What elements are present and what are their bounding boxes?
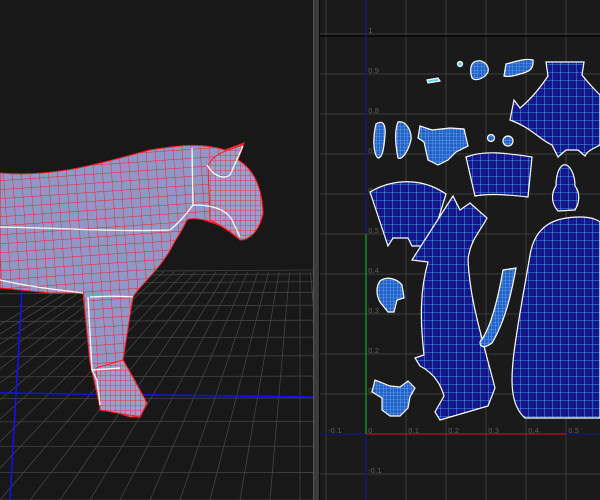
panther-head[interactable] [207,142,264,241]
v-tick-label: 0.5 [368,227,379,235]
u-tick-label: -0.1 [328,427,342,435]
floor-grid-line [0,319,313,322]
uv-island-torso[interactable] [511,216,600,419]
3d-viewport[interactable] [0,0,313,500]
v-tick-label: -0.1 [368,467,382,475]
u-tick-label: 0.1 [408,427,419,435]
uv-island-nose[interactable] [551,164,580,212]
v-tick-label: 0.2 [368,347,379,355]
u-tick-label: 0.2 [448,427,459,435]
uv-island-eye-l[interactable] [373,121,386,159]
uv-island-dot-3[interactable] [502,135,514,147]
v-tick-label: 0.4 [368,267,380,275]
u-tick-label: 0 [368,427,372,435]
uv-editor-viewport[interactable]: -0.100.10.20.30.40.510.90.80.70.60.50.40… [320,0,600,500]
viewport-divider[interactable] [313,0,320,500]
uv-island-tail[interactable] [479,267,517,348]
uv-island-head[interactable] [509,61,600,158]
uv-island-neck[interactable] [465,152,533,198]
v-tick-label: 1 [368,27,372,35]
u-tick-label: 0.5 [568,427,579,435]
uv-island-eye-r[interactable] [395,121,412,159]
uv-island-paw-top[interactable] [376,277,405,313]
v-tick-label: 0.3 [368,307,379,315]
u-tick-label: 0.4 [528,427,540,435]
uv-island-jaw[interactable] [417,125,469,166]
uv-island-small-1[interactable] [426,77,442,84]
floor-grid-line [0,336,313,339]
floor-grid-line [0,355,313,358]
u-tick-label: 0.3 [488,427,499,435]
uv-canvas[interactable]: -0.100.10.20.30.40.510.90.80.70.60.50.40… [320,0,600,500]
uv-island-dot-2[interactable] [486,133,496,143]
uv-island-dot[interactable] [456,60,464,68]
3d-scene[interactable] [0,0,313,500]
x-axis-line [0,392,313,398]
uv-island-paw-bottom[interactable] [371,379,416,417]
floor-grid [0,269,313,500]
v-tick-label: 0.9 [368,67,379,75]
v-tick-label: 0.8 [368,107,379,115]
panther-model[interactable] [0,142,264,418]
floor-grid-line [0,397,313,399]
